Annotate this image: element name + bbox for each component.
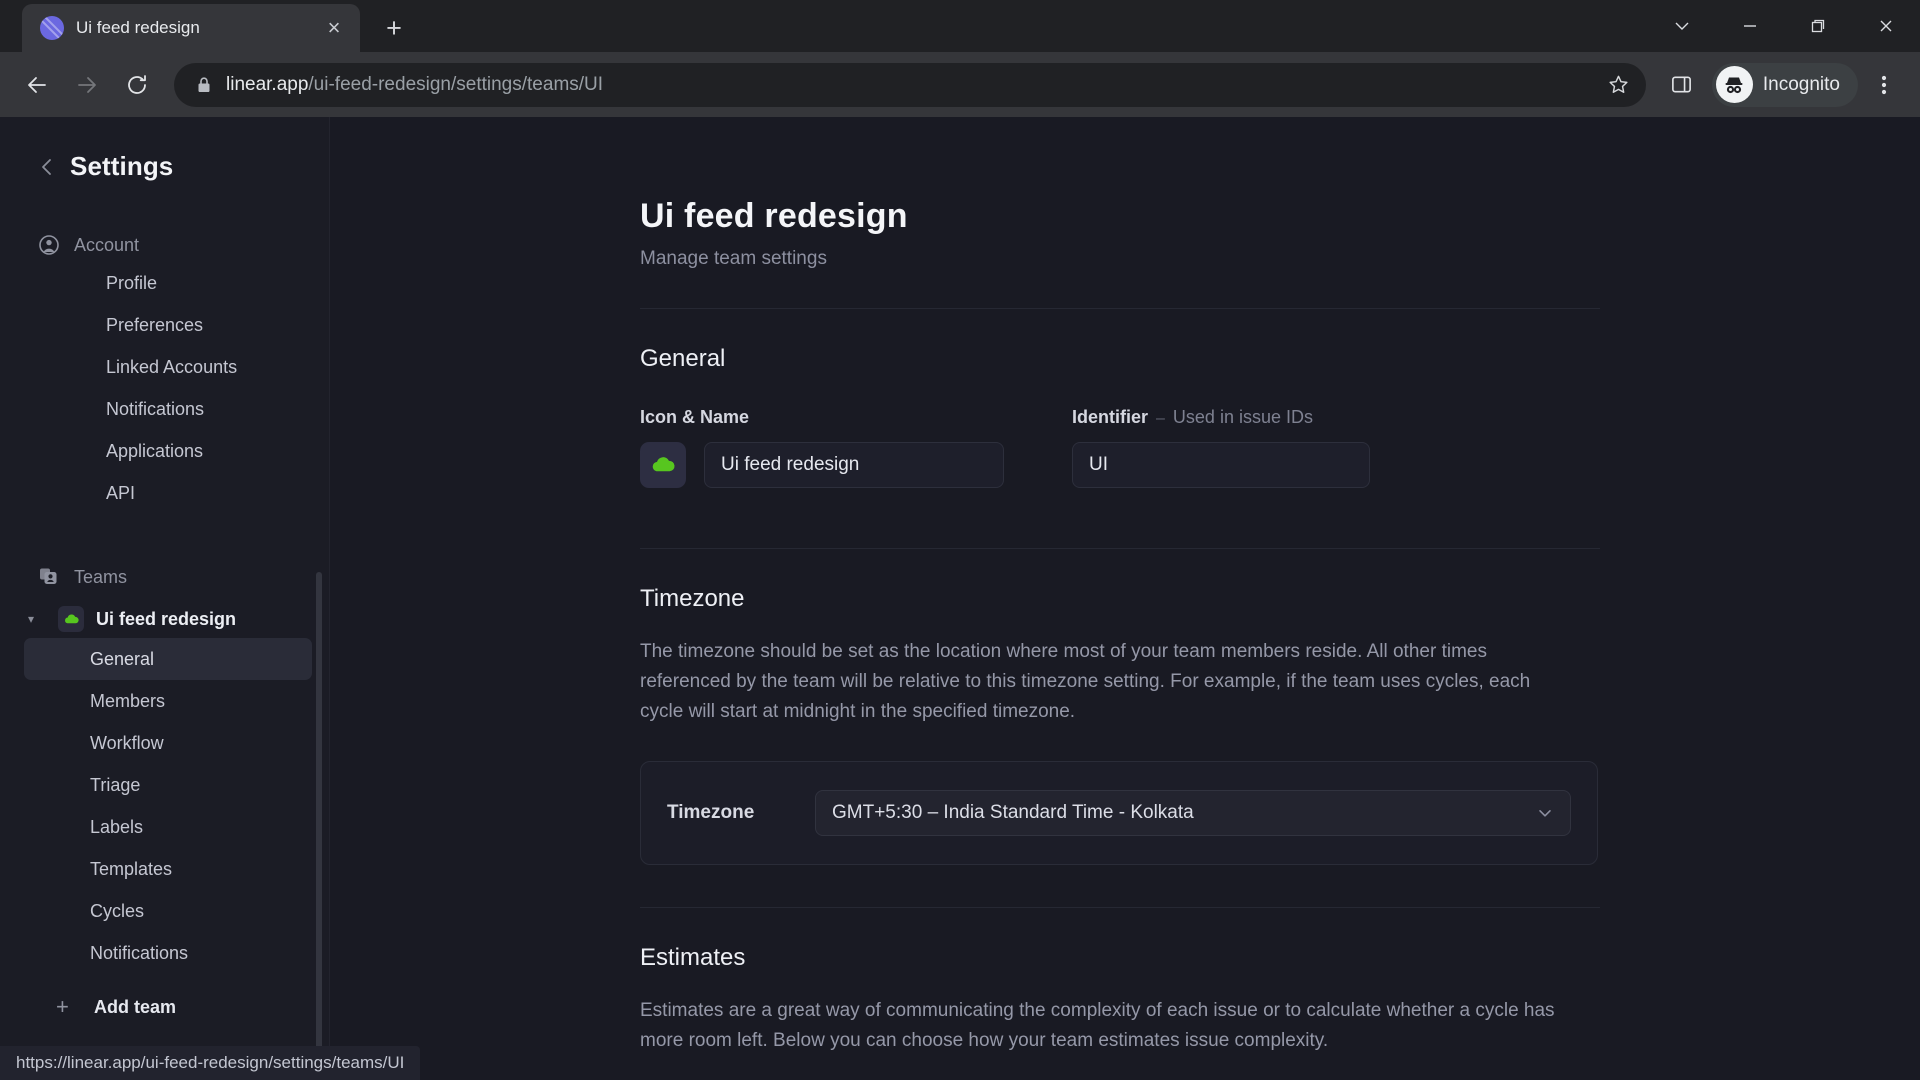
minimize-icon[interactable]	[1716, 0, 1784, 52]
sidebar-item-profile[interactable]: Profile	[24, 262, 312, 304]
general-fields: Icon & Name Ui feed redesign Identifier …	[640, 407, 1600, 488]
incognito-avatar-icon	[1715, 66, 1753, 103]
identifier-dash: –	[1156, 410, 1165, 427]
linear-logo-icon	[40, 16, 64, 40]
sidebar-teams-header[interactable]: Teams	[0, 560, 330, 594]
identifier-input[interactable]: UI	[1072, 442, 1370, 488]
section-heading-timezone: Timezone	[640, 585, 745, 612]
url-domain: linear.app	[226, 73, 309, 95]
url-path: /ui-feed-redesign/settings/teams/UI	[308, 73, 604, 95]
sidebar-item-team-notifications[interactable]: Notifications	[24, 932, 312, 974]
add-team-label: Add team	[94, 996, 177, 1017]
sidebar-item-api[interactable]: API	[24, 472, 312, 514]
sidebar-item-workflow[interactable]: Workflow	[24, 722, 312, 764]
sidebar-teams-label: Teams	[74, 566, 128, 587]
sidebar-item-labels[interactable]: Labels	[24, 806, 312, 848]
identifier-label-row: Identifier – Used in issue IDs	[1072, 407, 1370, 428]
reload-icon[interactable]	[114, 62, 160, 108]
timezone-select[interactable]: GMT+5:30 – India Standard Time - Kolkata	[815, 790, 1571, 837]
window-controls	[1648, 0, 1920, 52]
settings-sidebar: Settings Account Profile Preferences Lin	[0, 117, 330, 1080]
content-column: Ui feed redesign Manage team settings Ge…	[640, 117, 1600, 1056]
estimates-description: Estimates are a great way of communicati…	[640, 1000, 1555, 1052]
back-arrow-icon[interactable]	[14, 62, 60, 108]
account-circle-icon	[38, 234, 60, 256]
browser-toolbar: linear.app/ui-feed-redesign/settings/tea…	[0, 52, 1920, 117]
divider	[640, 548, 1600, 549]
forward-arrow-icon[interactable]	[64, 62, 110, 108]
address-bar[interactable]: linear.app/ui-feed-redesign/settings/tea…	[174, 62, 1646, 107]
add-team-button[interactable]: + Add team	[0, 996, 330, 1018]
section-heading-general: General	[640, 345, 726, 372]
sidebar-item-applications[interactable]: Applications	[24, 430, 312, 472]
close-icon[interactable]	[1852, 0, 1920, 52]
settings-main: Ui feed redesign Manage team settings Ge…	[330, 117, 1920, 1080]
plus-icon: +	[56, 994, 69, 1019]
chevron-down-icon[interactable]: ▾	[28, 613, 46, 625]
identifier-hint: Used in issue IDs	[1172, 407, 1313, 427]
sidebar-item-preferences[interactable]: Preferences	[24, 304, 312, 346]
star-icon[interactable]	[1607, 73, 1630, 96]
section-heading-estimates: Estimates	[640, 944, 746, 972]
team-name-input[interactable]: Ui feed redesign	[704, 442, 1004, 488]
browser-window: Ui feed redesign × + linear.app/ui-feed-…	[0, 0, 1920, 1080]
sidebar-item-notifications[interactable]: Notifications	[24, 388, 312, 430]
maximize-icon[interactable]	[1784, 0, 1852, 52]
sidebar-group-teams: Teams ▾ Ui feed redesign General Members…	[0, 560, 330, 974]
identifier-field: Identifier – Used in issue IDs UI	[1072, 407, 1370, 488]
profile-chip[interactable]: Incognito	[1711, 62, 1858, 107]
new-tab-button[interactable]: +	[374, 8, 414, 48]
close-icon[interactable]: ×	[318, 12, 350, 44]
tab-strip: Ui feed redesign × +	[0, 0, 1920, 52]
timezone-description: The timezone should be set as the locati…	[640, 641, 1531, 723]
sidebar-item-general[interactable]: General	[24, 638, 312, 680]
sidebar-header: Settings	[0, 117, 330, 182]
divider	[640, 907, 1600, 909]
sidebar-item-cycles[interactable]: Cycles	[24, 890, 312, 932]
page-viewport: Settings Account Profile Preferences Lin	[0, 117, 1920, 1080]
chevron-down-icon	[1536, 804, 1554, 822]
sidebar-group-header[interactable]: Account	[0, 228, 330, 262]
status-bar: https://linear.app/ui-feed-redesign/sett…	[0, 1046, 421, 1080]
team-icon-button[interactable]	[640, 442, 686, 488]
green-cloud-icon	[58, 606, 84, 632]
timezone-selected-value: GMT+5:30 – India Standard Time - Kolkata	[832, 802, 1194, 824]
kebab-menu-icon[interactable]	[1862, 73, 1906, 97]
sidebar-item-triage[interactable]: Triage	[24, 764, 312, 806]
sidebar-group-label: Account	[74, 234, 140, 255]
status-url: https://linear.app/ui-feed-redesign/sett…	[16, 1053, 405, 1072]
page-title: Settings	[70, 151, 174, 181]
sidebar-group-account: Account Profile Preferences Linked Accou…	[0, 228, 330, 514]
sidebar-item-members[interactable]: Members	[24, 680, 312, 722]
icon-name-field: Icon & Name Ui feed redesign	[640, 407, 1004, 488]
timezone-card: Timezone GMT+5:30 – India Standard Time …	[640, 761, 1598, 866]
tab-title: Ui feed redesign	[76, 18, 200, 37]
sidebar-item-linked-accounts[interactable]: Linked Accounts	[24, 346, 312, 388]
sidebar-team-row[interactable]: ▾ Ui feed redesign	[0, 600, 330, 638]
divider	[640, 308, 1600, 309]
team-subtitle: Manage team settings	[640, 248, 827, 269]
icon-name-label: Icon & Name	[640, 407, 750, 427]
sidebar-team-name: Ui feed redesign	[96, 608, 237, 629]
team-title: Ui feed redesign	[640, 197, 908, 235]
chevron-left-icon[interactable]	[38, 157, 56, 177]
sidebar-item-templates[interactable]: Templates	[24, 848, 312, 890]
url-text: linear.app/ui-feed-redesign/settings/tea…	[226, 74, 1593, 96]
browser-tab[interactable]: Ui feed redesign ×	[22, 4, 360, 52]
sidebar-scrollbar[interactable]	[316, 572, 322, 1080]
chevron-down-icon[interactable]	[1648, 0, 1716, 52]
identifier-label: Identifier	[1072, 407, 1149, 427]
profile-label: Incognito	[1762, 73, 1840, 95]
lock-icon	[196, 76, 212, 94]
side-panel-icon[interactable]	[1660, 73, 1704, 96]
teams-stack-icon	[38, 566, 60, 588]
timezone-field-label: Timezone	[667, 802, 755, 824]
